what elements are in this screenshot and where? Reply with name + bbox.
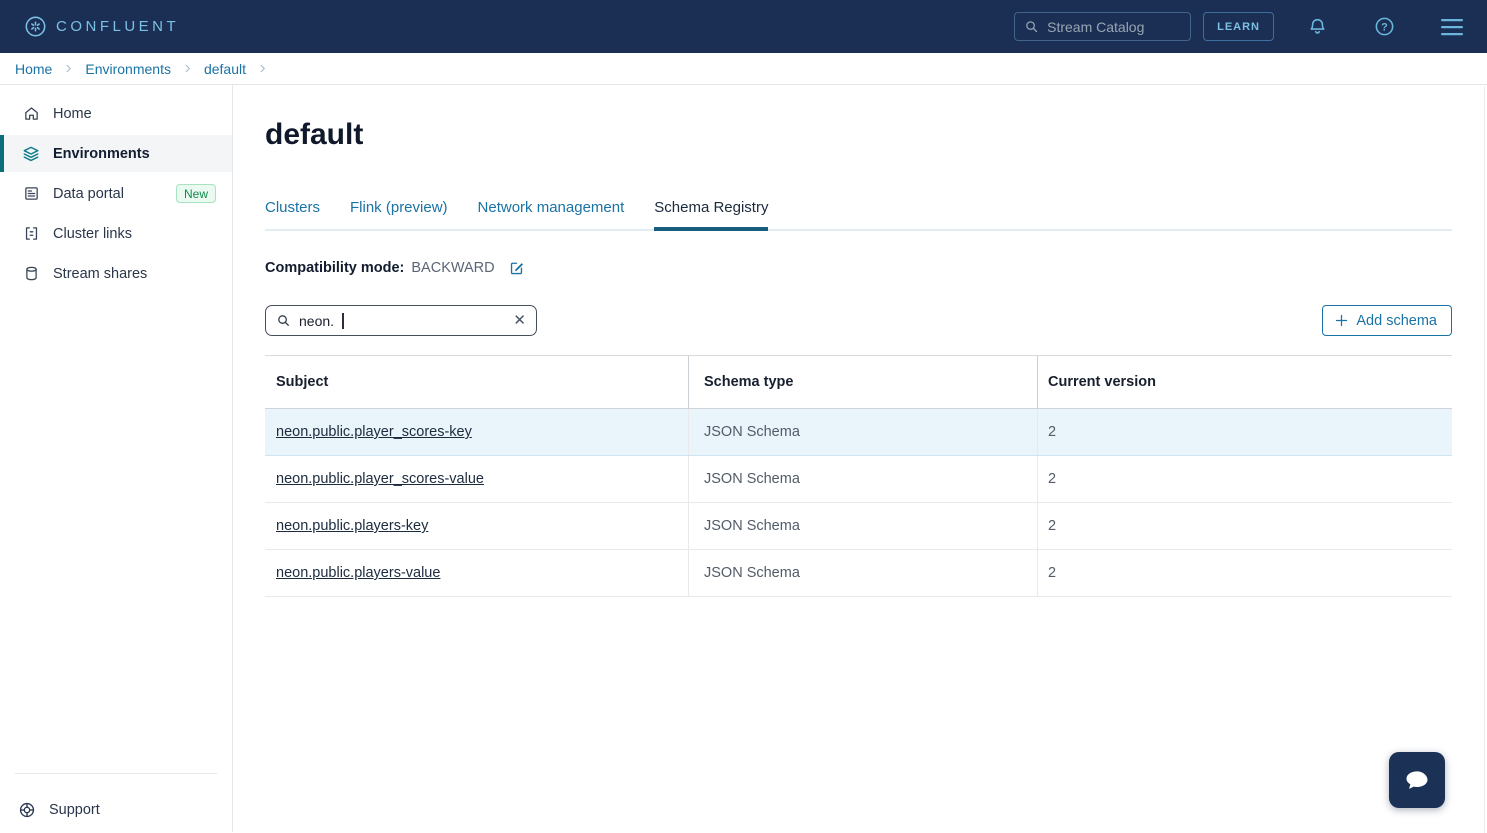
tab-clusters[interactable]: Clusters	[265, 199, 320, 229]
search-icon	[1024, 19, 1039, 34]
tab-network-management[interactable]: Network management	[478, 199, 625, 229]
document-icon	[22, 185, 40, 202]
chevron-right-icon	[63, 63, 74, 74]
plus-icon	[1334, 313, 1349, 328]
chat-widget-button[interactable]	[1389, 752, 1445, 808]
sidebar-item-label: Cluster links	[53, 226, 132, 242]
chevron-right-icon	[182, 63, 193, 74]
text-cursor	[342, 313, 344, 329]
new-badge: New	[176, 184, 216, 203]
table-row[interactable]: neon.public.players-value JSON Schema 2	[265, 550, 1452, 597]
tab-schema-registry[interactable]: Schema Registry	[654, 199, 768, 229]
layers-icon	[22, 145, 40, 163]
clear-search-icon[interactable]: ✕	[513, 313, 526, 328]
learn-button[interactable]: LEARN	[1203, 12, 1274, 41]
main-content: default Clusters Flink (preview) Network…	[233, 85, 1487, 832]
schema-type-cell: JSON Schema	[688, 550, 1037, 596]
subject-link[interactable]: neon.public.players-key	[276, 518, 428, 534]
stream-catalog-search[interactable]	[1014, 12, 1191, 41]
breadcrumb-default[interactable]: default	[204, 61, 246, 77]
schema-type-cell: JSON Schema	[688, 456, 1037, 502]
schema-type-cell: JSON Schema	[688, 409, 1037, 455]
column-header-current-version[interactable]: Current version	[1037, 356, 1452, 408]
tab-bar: Clusters Flink (preview) Network managem…	[265, 199, 1452, 231]
current-version-cell: 2	[1037, 409, 1452, 455]
sidebar-item-stream-shares[interactable]: Stream shares	[0, 255, 232, 292]
compatibility-mode-row: Compatibility mode: BACKWARD	[265, 259, 1452, 276]
breadcrumb-environments[interactable]: Environments	[85, 61, 171, 77]
sidebar-item-label: Data portal	[53, 186, 124, 202]
stream-catalog-input[interactable]	[1047, 19, 1167, 35]
sidebar-item-environments[interactable]: Environments	[0, 135, 232, 172]
subject-link[interactable]: neon.public.player_scores-value	[276, 471, 484, 487]
column-header-subject[interactable]: Subject	[265, 356, 688, 408]
brand-wordmark: CONFLUENT	[56, 18, 179, 35]
sidebar-item-label: Home	[53, 106, 92, 122]
subject-link[interactable]: neon.public.player_scores-key	[276, 424, 472, 440]
schema-type-cell: JSON Schema	[688, 503, 1037, 549]
schema-search-value: neon.	[299, 313, 334, 329]
top-navbar: CONFLUENT LEARN ?	[0, 0, 1487, 53]
compatibility-mode-value: BACKWARD	[411, 260, 494, 276]
confluent-spark-icon	[24, 15, 47, 38]
sidebar-item-data-portal[interactable]: Data portal New	[0, 175, 232, 212]
support-label: Support	[49, 802, 100, 818]
stream-shares-icon	[22, 265, 40, 282]
sidebar-item-support[interactable]: Support	[0, 774, 232, 832]
table-row[interactable]: neon.public.player_scores-key JSON Schem…	[265, 409, 1452, 456]
breadcrumb: Home Environments default	[0, 53, 1487, 85]
column-header-schema-type[interactable]: Schema type	[688, 356, 1037, 408]
cluster-links-icon	[22, 225, 40, 242]
compatibility-mode-label: Compatibility mode:	[265, 260, 404, 276]
add-schema-button[interactable]: Add schema	[1322, 305, 1452, 336]
svg-text:?: ?	[1381, 21, 1388, 33]
subject-link[interactable]: neon.public.players-value	[276, 565, 440, 581]
current-version-cell: 2	[1037, 456, 1452, 502]
search-icon	[276, 313, 291, 328]
sidebar-item-home[interactable]: Home	[0, 95, 232, 132]
chevron-right-icon	[257, 63, 268, 74]
tab-flink-preview[interactable]: Flink (preview)	[350, 199, 448, 229]
table-header-row: Subject Schema type Current version	[265, 355, 1452, 409]
table-controls-row: neon. ✕ Add schema	[265, 305, 1452, 336]
edit-compatibility-icon[interactable]	[508, 259, 525, 276]
hamburger-menu-icon[interactable]	[1440, 17, 1464, 37]
help-icon[interactable]: ?	[1374, 16, 1395, 37]
notifications-bell-icon[interactable]	[1307, 16, 1328, 37]
home-icon	[22, 105, 40, 122]
current-version-cell: 2	[1037, 503, 1452, 549]
page-title: default	[265, 118, 1452, 152]
schema-table: Subject Schema type Current version neon…	[265, 355, 1452, 597]
add-schema-label: Add schema	[1356, 313, 1437, 329]
schema-search-input[interactable]: neon. ✕	[265, 305, 537, 336]
content-right-edge-line	[1484, 86, 1485, 833]
sidebar-item-cluster-links[interactable]: Cluster links	[0, 215, 232, 252]
confluent-logo[interactable]: CONFLUENT	[24, 15, 179, 38]
sidebar-item-label: Stream shares	[53, 266, 147, 282]
breadcrumb-home[interactable]: Home	[15, 61, 52, 77]
support-lifebuoy-icon	[18, 801, 36, 819]
sidebar: Home Environments Data portal New	[0, 85, 233, 832]
chat-bubble-icon	[1402, 766, 1432, 794]
table-row[interactable]: neon.public.player_scores-value JSON Sch…	[265, 456, 1452, 503]
current-version-cell: 2	[1037, 550, 1452, 596]
table-row[interactable]: neon.public.players-key JSON Schema 2	[265, 503, 1452, 550]
sidebar-item-label: Environments	[53, 146, 150, 162]
